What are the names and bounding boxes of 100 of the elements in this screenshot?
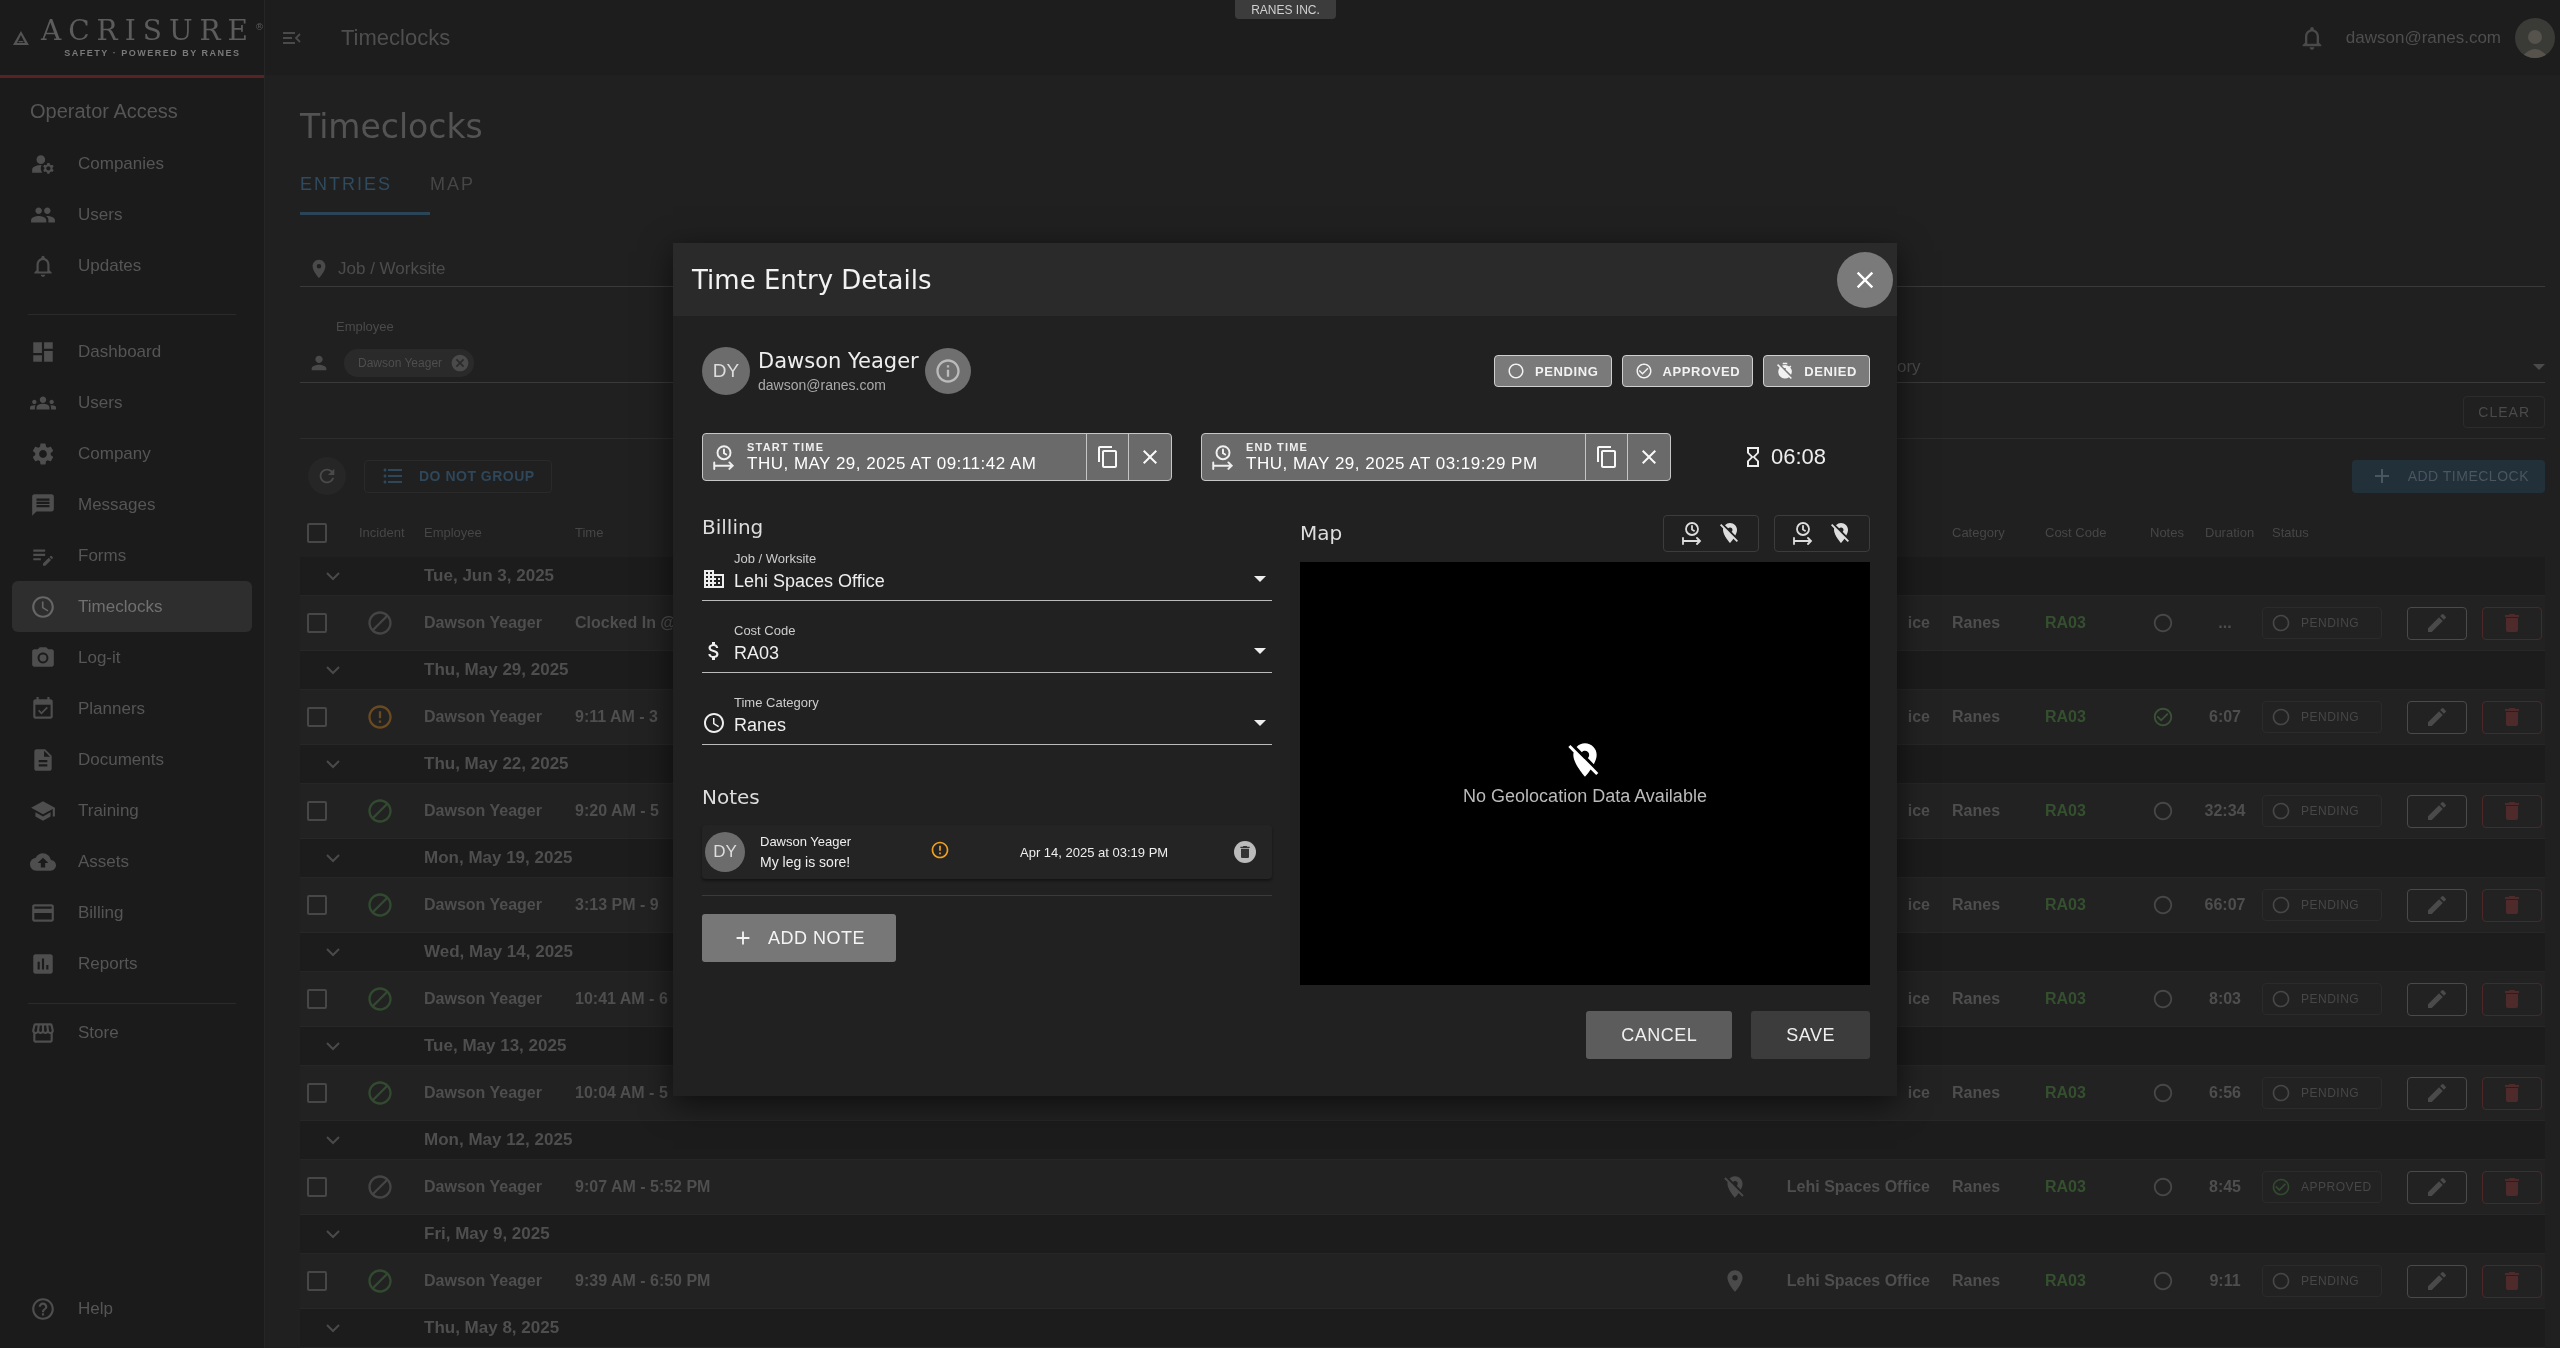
checkbox[interactable] [307,707,327,727]
info-button[interactable] [924,348,971,394]
select-field[interactable]: Job / Worksite Lehi Spaces Office [702,551,1272,601]
dropdown-arrow-icon [2533,364,2545,370]
user-name: Dawson Yeager [758,349,919,373]
sidebar-item[interactable]: Dashboard [12,326,252,377]
section-title: Operator Access [29,99,179,124]
pencil-icon [2425,987,2449,1011]
sidebar-item[interactable]: Store [12,1007,252,1058]
brand-tagline: SAFETY · POWERED BY RANES [64,48,241,58]
sidebar-item[interactable]: Users [12,377,252,428]
field-value: THU, MAY 29, 2025 AT 09:11:42 AM [747,453,1038,474]
select-field[interactable]: Cost Code RA03 [702,623,1272,673]
menu-icon[interactable] [283,31,301,44]
field-label: END TIME [1246,440,1310,453]
sidebar-item[interactable]: Company [12,428,252,479]
add-note-button[interactable]: ADD NOTE [702,914,896,962]
sidebar-item[interactable]: Billing [12,887,252,938]
remove-icon [450,353,471,373]
delete-button[interactable] [1234,841,1256,863]
chevron-down-icon [326,947,340,957]
checkbox[interactable] [307,989,327,1009]
trash-icon [1237,844,1253,860]
checkbox[interactable] [307,1177,327,1197]
pencil-icon [2425,893,2449,917]
chevron-down-icon [326,1229,340,1239]
sidebar-item[interactable]: Reports [12,938,252,989]
field-label: Time Category [734,695,820,710]
chevron-down-icon [326,1041,340,1051]
map-filter-button[interactable] [1663,514,1759,552]
checkbox[interactable] [307,895,327,915]
sidebar-item[interactable]: Timeclocks [12,581,252,632]
select-field[interactable]: Time Category Ranes [702,695,1272,745]
chevron-down-icon [326,665,340,675]
timer-off-icon [1776,362,1795,380]
field-value: THU, MAY 29, 2025 AT 03:19:29 PM [1246,453,1539,474]
duration-cell: ... [2218,614,2232,632]
pencil-icon [2425,1081,2449,1105]
user-email: dawson@ranes.com [758,377,887,393]
sidebar-item[interactable]: Documents [12,734,252,785]
sidebar-item[interactable]: Training [12,785,252,836]
empty-message: No Geolocation Data Available [1463,786,1707,807]
status-button[interactable]: DENIED [1763,355,1870,387]
chevron-down-icon [326,1135,340,1145]
section-heading: Map [1300,521,1343,545]
edit-button[interactable] [2407,888,2467,922]
map-filter-button[interactable] [1774,514,1870,552]
pencil-icon [2425,799,2449,823]
building-icon [702,567,726,591]
sidebar-item[interactable]: Log-it [12,632,252,683]
pencil-icon [2425,1269,2449,1293]
checkbox[interactable] [307,522,327,543]
sidebar-item[interactable]: Forms [12,530,252,581]
sidebar-item[interactable]: Planners [12,683,252,734]
sidebar-item[interactable]: Updates [12,240,252,291]
copy-icon [1095,445,1120,469]
sidebar-item[interactable]: Help [12,1283,252,1334]
clock-arrow-icon [711,444,737,470]
time-field[interactable]: START TIME THU, MAY 29, 2025 AT 09:11:42 AM [702,433,1172,481]
sidebar-item[interactable]: Messages [12,479,252,530]
pencil-icon [2425,705,2449,729]
checkbox[interactable] [307,1083,327,1103]
message-icon [30,491,56,518]
pencil-icon [2425,611,2449,635]
refresh-button[interactable] [308,457,346,495]
edit-button[interactable] [2407,794,2467,828]
group-button[interactable]: DO NOT GROUP [364,459,552,493]
sidebar-item[interactable]: Assets [12,836,252,887]
chevron-down-icon [326,853,340,863]
save-button[interactable]: SAVE [1751,1011,1870,1059]
avatar[interactable] [2515,17,2555,58]
section-heading: Notes [702,785,761,809]
calendar-check-icon [30,695,56,722]
edit-button[interactable] [2407,606,2467,640]
checkbox[interactable] [307,801,327,821]
chevron-down-icon [326,571,340,581]
time-field[interactable]: END TIME THU, MAY 29, 2025 AT 03:19:29 PM [1201,433,1671,481]
field-value: Ranes [734,715,788,736]
dropdown-arrow-icon [1254,576,1266,582]
tab[interactable]: ENTRIES [300,174,430,215]
cancel-button[interactable]: CANCEL [1586,1011,1733,1059]
field-value: Lehi Spaces Office [734,571,886,592]
brand-name: ACRISURE$^{®}$ [40,17,264,45]
field-label: Cost Code [734,623,797,638]
status-button[interactable]: PENDING [1494,355,1612,387]
edit-button[interactable] [2407,982,2467,1016]
dropdown-arrow-icon [1254,720,1266,726]
sidebar-item[interactable]: Users [12,189,252,240]
org-badge: RANES INC. [1235,0,1336,19]
info-icon [933,357,962,385]
status-button[interactable]: APPROVED [1621,355,1754,387]
checkbox[interactable] [307,1271,327,1291]
edit-button[interactable] [2407,1264,2467,1298]
checkbox[interactable] [307,613,327,633]
sidebar-item[interactable]: Companies [12,138,252,189]
avatar: DY [705,832,745,872]
edit-button[interactable] [2407,700,2467,734]
edit-button[interactable] [2407,1170,2467,1204]
clock-arrow-icon [1791,521,1815,545]
edit-button[interactable] [2407,1076,2467,1110]
